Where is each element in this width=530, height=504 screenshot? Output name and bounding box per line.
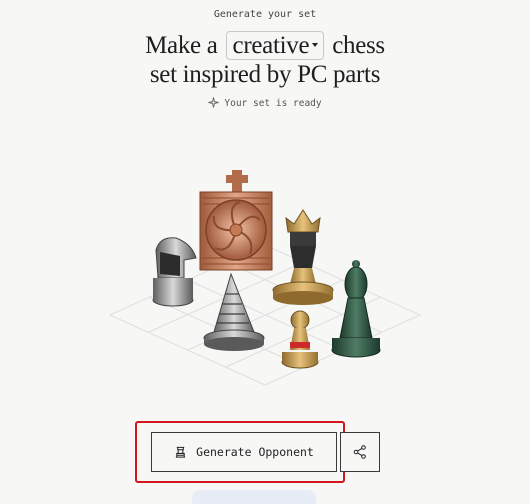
headline-line-2: set inspired by PC parts bbox=[149, 61, 381, 88]
page-title: Make a creative chess set inspired by PC… bbox=[0, 31, 530, 89]
gold-queen-piece bbox=[272, 209, 334, 305]
generate-opponent-label: Generate Opponent bbox=[196, 445, 314, 459]
headline-text-end: chess bbox=[332, 32, 385, 59]
generate-opponent-button[interactable]: Generate Opponent bbox=[151, 432, 337, 472]
style-dropdown-value: creative bbox=[232, 32, 310, 59]
share-button[interactable] bbox=[340, 432, 380, 472]
style-dropdown[interactable]: creative bbox=[225, 31, 325, 60]
chess-piece-icon bbox=[174, 446, 187, 459]
eyebrow-label: Generate your set bbox=[213, 9, 317, 20]
headline-text-start: Make a bbox=[145, 32, 218, 59]
chevron-down-icon bbox=[312, 43, 319, 48]
bottom-panel-edge bbox=[192, 490, 316, 504]
copper-king-piece bbox=[199, 170, 273, 271]
jade-bishop-piece bbox=[331, 260, 381, 358]
chess-set-preview bbox=[108, 170, 422, 386]
status-text: Your set is ready bbox=[224, 98, 322, 109]
share-icon bbox=[353, 445, 366, 459]
silver-pawn-cone-piece bbox=[203, 272, 265, 351]
status-message: Your set is ready bbox=[0, 97, 530, 109]
sparkle-icon bbox=[208, 97, 220, 108]
silver-knight-piece bbox=[152, 237, 197, 307]
